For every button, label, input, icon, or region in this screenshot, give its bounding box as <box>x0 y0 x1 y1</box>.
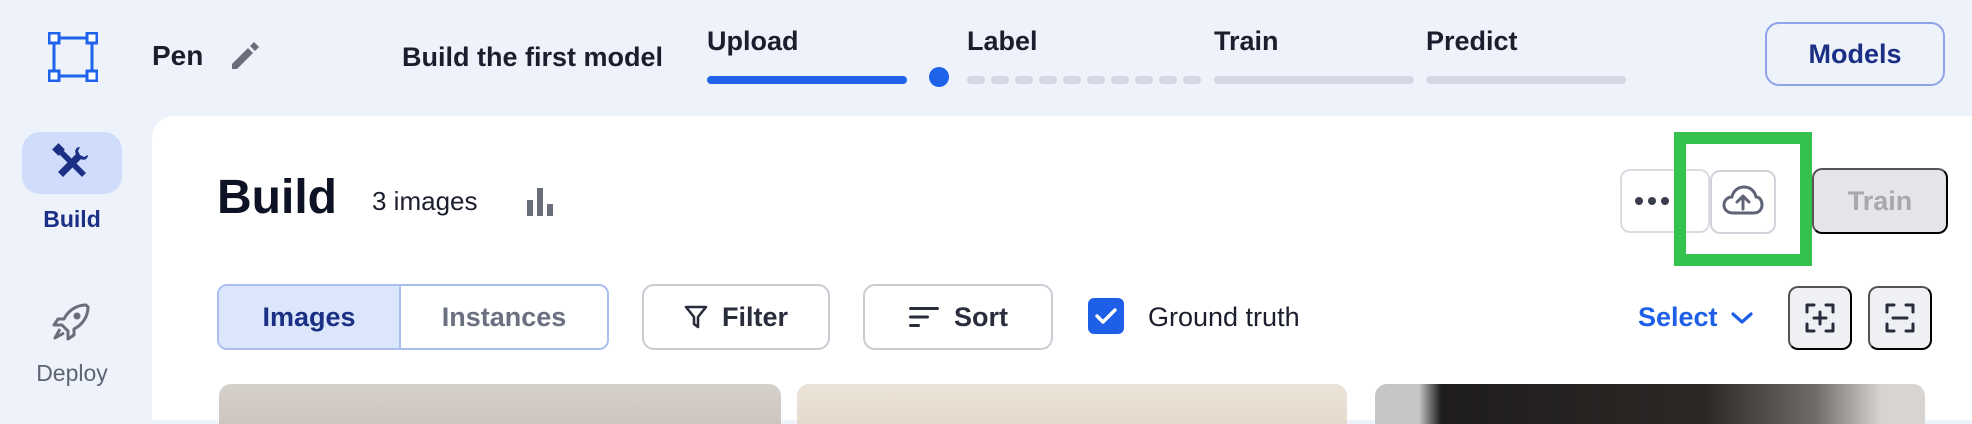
select-dropdown[interactable]: Select <box>1638 302 1754 333</box>
step-predict-progress <box>1426 76 1626 84</box>
add-region-icon <box>1805 303 1835 333</box>
sidebar-item-deploy[interactable]: Deploy <box>20 290 124 387</box>
sort-button-label: Sort <box>954 301 1008 332</box>
step-train-progress <box>1214 76 1414 84</box>
bounding-box-logo-icon[interactable] <box>48 32 98 82</box>
checkmark-icon <box>1095 308 1117 324</box>
step-train-label: Train <box>1214 26 1279 56</box>
image-count: 3 images <box>372 186 478 216</box>
more-horizontal-icon <box>1635 197 1669 205</box>
onboarding-title: Build the first model <box>402 42 664 72</box>
train-button[interactable]: Train <box>1812 168 1948 234</box>
chevron-down-icon <box>1730 311 1753 324</box>
sidebar-item-build-label: Build <box>43 206 101 232</box>
models-button[interactable]: Models <box>1765 22 1945 86</box>
page-title: Build <box>217 171 337 224</box>
sort-button[interactable]: Sort <box>863 284 1053 350</box>
bar-chart-icon[interactable] <box>524 186 558 218</box>
cloud-upload-icon <box>1722 185 1764 215</box>
step-label[interactable]: Label <box>967 26 1201 84</box>
pencil-edit-icon[interactable] <box>228 38 262 72</box>
ground-truth-checkbox[interactable] <box>1088 298 1124 334</box>
sidebar-item-build-highlight <box>22 132 122 194</box>
scan-region-button[interactable] <box>1868 286 1932 350</box>
scan-icon <box>1885 303 1915 333</box>
step-predict[interactable]: Predict <box>1426 26 1626 84</box>
image-thumbnail[interactable] <box>219 384 781 424</box>
step-upload-label: Upload <box>707 26 799 56</box>
filter-icon <box>684 305 708 329</box>
filter-button-label: Filter <box>721 301 788 332</box>
ground-truth-label[interactable]: Ground truth <box>1148 302 1300 333</box>
main-panel <box>152 116 1972 420</box>
rocket-icon <box>52 303 90 341</box>
tab-images[interactable]: Images <box>219 286 401 348</box>
step-upload[interactable]: Upload <box>707 26 907 84</box>
progress-indicator-dot <box>929 67 949 87</box>
image-thumbnail[interactable] <box>797 384 1347 424</box>
tools-icon <box>52 143 88 177</box>
select-dropdown-label: Select <box>1638 302 1718 332</box>
image-thumbnail[interactable] <box>1375 384 1925 424</box>
filter-button[interactable]: Filter <box>642 284 830 350</box>
view-toggle: Images Instances <box>217 284 609 350</box>
project-name: Pen <box>152 40 204 71</box>
tab-instances[interactable]: Instances <box>401 286 607 348</box>
more-options-button[interactable] <box>1620 169 1710 233</box>
step-label-progress <box>967 76 1203 84</box>
step-train[interactable]: Train <box>1214 26 1414 84</box>
sidebar-item-deploy-label: Deploy <box>36 360 108 386</box>
add-region-button[interactable] <box>1788 286 1852 350</box>
step-predict-label: Predict <box>1426 26 1518 56</box>
step-label-label: Label <box>967 26 1038 56</box>
top-bar: Pen Build the first model Upload Label T… <box>0 0 1972 114</box>
upload-images-button[interactable] <box>1710 170 1776 234</box>
sidebar-item-build[interactable]: Build <box>20 132 124 233</box>
sort-icon <box>909 307 939 327</box>
step-upload-progress <box>707 76 907 84</box>
